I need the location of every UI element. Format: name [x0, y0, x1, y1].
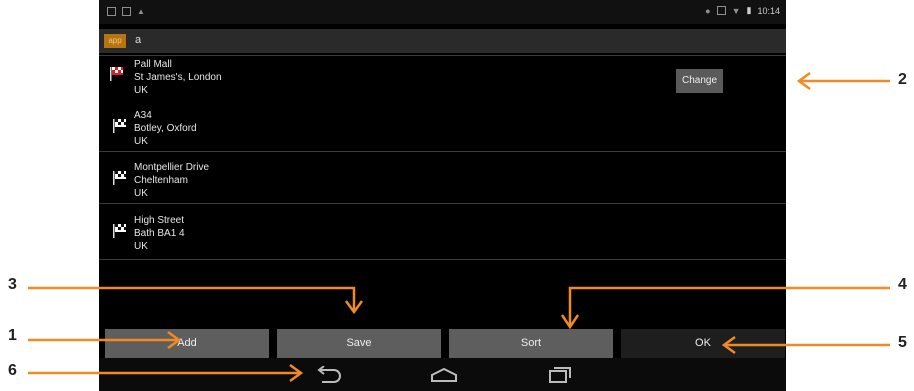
- callout-number-4: 4: [898, 276, 907, 293]
- callout-number-6: 6: [8, 362, 17, 379]
- callout-arrow-4: [568, 286, 890, 325]
- callout-number-3: 3: [8, 276, 17, 293]
- callout-number-2: 2: [898, 71, 907, 88]
- callout-number-5: 5: [898, 334, 907, 351]
- callout-number-1: 1: [8, 327, 17, 344]
- callout-arrows: [28, 71, 890, 383]
- callout-arrow-3: [28, 286, 356, 310]
